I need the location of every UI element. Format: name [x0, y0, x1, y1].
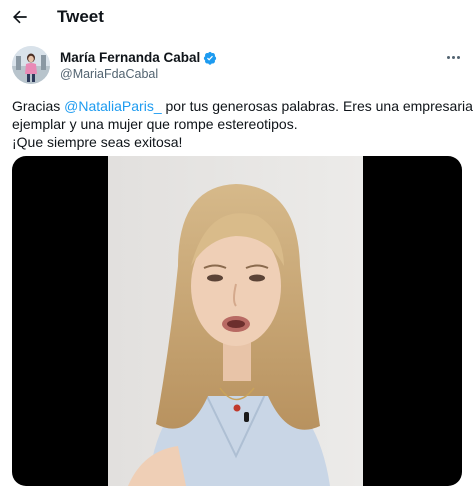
- video-still-image: [108, 156, 363, 486]
- tweet-text: Gracias @NataliaParis_ por tus generosas…: [12, 97, 473, 151]
- author-name[interactable]: María Fernanda Cabal: [60, 50, 217, 65]
- avatar[interactable]: [12, 46, 50, 84]
- more-dot: [456, 55, 460, 59]
- mention-link[interactable]: @NataliaParis_: [64, 98, 161, 114]
- tweet-text-suffix: por tus generosas palabras. Eres una emp…: [161, 98, 473, 114]
- tweet-line-3: ¡Que siempre seas exitosa!: [12, 134, 183, 150]
- more-options-button[interactable]: [443, 50, 463, 64]
- page-title: Tweet: [57, 7, 104, 26]
- more-horizontal-icon: [446, 55, 450, 59]
- top-bar: Tweet: [0, 0, 474, 36]
- tweet-line-2: ejemplar y una mujer que rompe estereoti…: [12, 116, 298, 132]
- author-handle[interactable]: @MariaFdaCabal: [60, 67, 158, 81]
- tweet-video[interactable]: [12, 156, 462, 486]
- verified-badge-icon: [204, 51, 217, 65]
- arrow-left-icon: [13, 10, 27, 24]
- video-frame: [108, 156, 363, 486]
- more-dot: [451, 55, 455, 59]
- author-name-label: María Fernanda Cabal: [60, 50, 201, 65]
- tweet-line-1: Gracias @NataliaParis_ por tus generosas…: [12, 97, 473, 115]
- tweet-text-prefix: Gracias: [12, 98, 65, 114]
- avatar-photo: [12, 46, 50, 84]
- back-button[interactable]: [8, 5, 32, 29]
